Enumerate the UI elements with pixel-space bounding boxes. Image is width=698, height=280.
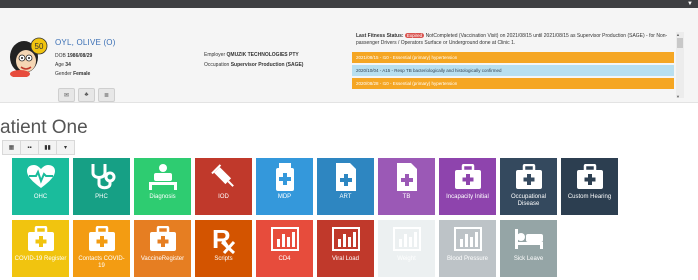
medical-document-icon [396,160,418,194]
tile-label: Scripts [214,256,233,262]
syringe-icon [210,160,238,194]
tile-incapacity-initial[interactable]: Incapacity Initial [439,158,496,215]
list-button[interactable]: ≣ [98,88,115,102]
tile-label: IOD [218,194,229,200]
view-toolbar: ▦ ▪▪ ▮▮ ▾ [2,140,75,155]
prescription-icon: R [211,222,237,256]
tile-label: Contacts COVID-19 [78,256,125,269]
tile-label: Diagnosis [149,194,176,200]
tile-viral-load[interactable]: Viral Load [317,220,374,277]
patient-actions: ✉ ♣ ≣ [58,88,115,102]
patient-card: 50 OYL, OLIVE (O) DOB 1986/08/29 Age 34 … [0,8,698,103]
tile-blood-pressure[interactable]: Blood Pressure [439,220,496,277]
tile-diagnosis[interactable]: Diagnosis [134,158,191,215]
dropdown-caret-icon[interactable]: ▼ [687,1,693,7]
tile-label: PHC [95,194,108,200]
tile-mdp[interactable]: MDP [256,158,313,215]
patient-name: OYL, OLIVE (O) [55,38,116,47]
tile-contacts-covid-19[interactable]: Contacts COVID-19 [73,220,130,277]
status-scrollbar[interactable]: ▲ ▼ [676,32,684,99]
scroll-up-icon[interactable]: ▲ [676,32,680,37]
tile-label: Occupational Disease [510,194,547,207]
bar-chart-icon [270,222,299,256]
chart-view-button[interactable]: ▮▮ [38,140,57,155]
tile-weight[interactable]: Weight [378,220,435,277]
patient-dob: DOB 1986/08/29 [55,53,93,59]
tile-label: Custom Hearing [567,194,612,200]
tile-label: Incapacity Initial [446,194,489,200]
patient-bed-icon [147,160,179,194]
employer-info: Employer QMUZIK TECHNOLOGIES PTY Occupat… [204,52,304,68]
tile-label: MDP [277,194,292,200]
heart-pulse-icon [26,160,56,194]
patient-gender: Gender Female [55,71,91,77]
tile-art[interactable]: ART [317,158,374,215]
patient-age: Age 34 [55,62,71,68]
notice-item[interactable]: 2021/08/15 - I10 - Essential (primary) h… [352,52,674,63]
tile-tb[interactable]: TB [378,158,435,215]
avatar: 50 [10,37,48,77]
grid-large-icon: ▦ [8,145,15,151]
scroll-thumb[interactable] [677,38,683,48]
tile-label: ART [339,194,352,200]
notice-item[interactable]: 2020/10/04 - A15 - Resp TB bacteriologic… [352,65,674,76]
grid-small-icon: ▪▪ [27,144,32,151]
bar-chart-icon [453,222,482,256]
list-icon: ≣ [103,92,110,99]
medical-document-icon [335,160,357,194]
bar-chart-icon [392,222,421,256]
stethoscope-icon [88,160,116,194]
medical-case-icon [149,222,177,256]
tile-sick-leave[interactable]: Sick Leave [500,220,557,277]
tile-phc[interactable]: PHC [73,158,130,215]
tile-label: Viral Load [332,256,359,262]
medical-case-icon [576,160,604,194]
top-bar: ▼ [0,0,698,8]
tile-label: CD4 [278,256,291,262]
tile-vaccineregister[interactable]: VaccineRegister [134,220,191,277]
tile-occupational-disease[interactable]: Occupational Disease [500,158,557,215]
fitness-status: Last Fitness Status: Expired NotComplete… [356,33,668,46]
tile-cd4[interactable]: CD4 [256,220,313,277]
medical-case-icon [515,160,543,194]
grid-large-button[interactable]: ▦ [2,140,21,155]
bar-chart-icon: ▮▮ [44,145,51,151]
bar-chart-icon [331,222,360,256]
medicine-bottle-icon [274,160,296,194]
notice-item[interactable]: 2020/08/28 - I10 - Essential (primary) h… [352,78,674,89]
email-button[interactable]: ✉ [58,88,75,102]
family-button[interactable]: ♣ [78,88,95,102]
tile-covid-19-register[interactable]: COVID-19 Register [12,220,69,277]
tile-ohc[interactable]: OHC [12,158,69,215]
tile-label: Blood Pressure [446,256,489,262]
tile-label: OHC [33,194,48,200]
bed-icon [513,222,545,256]
envelope-icon: ✉ [63,92,70,99]
caret-down-icon: ▾ [63,145,67,151]
tile-scripts[interactable]: R Scripts [195,220,252,277]
medical-case-icon [88,222,116,256]
tile-label: TB [402,194,411,200]
people-icon: ♣ [84,92,89,98]
tile-iod[interactable]: IOD [195,158,252,215]
tile-label: Weight [397,256,416,262]
page-title: atient One [0,117,88,138]
tile-label: COVID-19 Register [14,256,67,262]
status-panel: Last Fitness Status: Expired NotComplete… [352,30,674,104]
scroll-down-icon[interactable]: ▼ [676,94,680,99]
tile-label: VaccineRegister [140,256,185,262]
medical-case-icon [27,222,55,256]
medical-case-icon [454,160,482,194]
grid-small-button[interactable]: ▪▪ [20,140,39,155]
dropdown-button[interactable]: ▾ [56,140,75,155]
tile-custom-hearing[interactable]: Custom Hearing [561,158,618,215]
expired-badge: Expired [404,33,425,38]
tile-label: Sick Leave [513,256,544,262]
avatar-badge: 50 [35,42,44,51]
